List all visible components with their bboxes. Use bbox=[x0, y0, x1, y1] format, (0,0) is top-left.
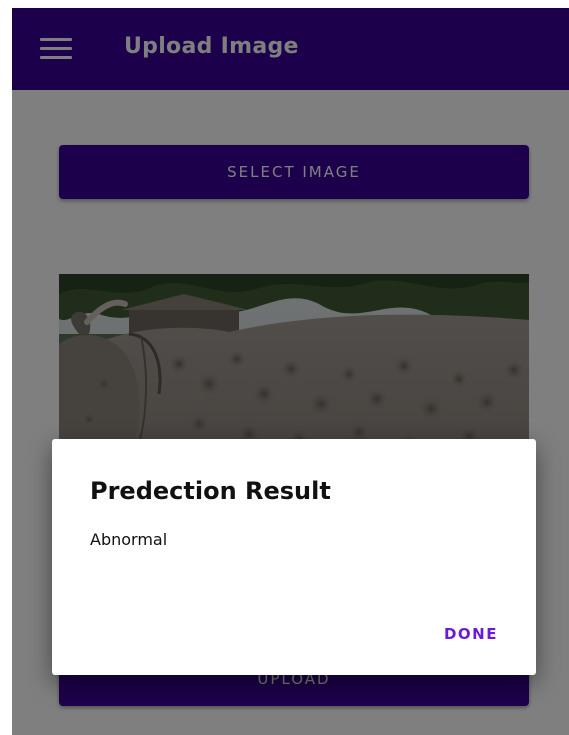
app-screen: Upload Image SELECT IMAGE bbox=[12, 8, 569, 735]
done-button[interactable]: DONE bbox=[444, 625, 498, 643]
prediction-result-text: Abnormal bbox=[90, 530, 168, 549]
dialog-title: Predection Result bbox=[90, 477, 331, 505]
prediction-result-dialog: Predection Result Abnormal DONE bbox=[52, 439, 536, 675]
